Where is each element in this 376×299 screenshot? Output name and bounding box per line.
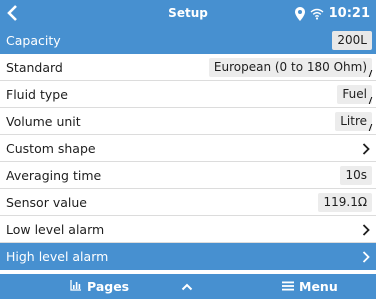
chevron-up-icon (181, 279, 193, 294)
row-value: Litre (335, 112, 372, 131)
pages-label: Pages (87, 279, 130, 294)
row-value: 10s (340, 166, 372, 185)
row-sensor-value: Sensor value 119.1Ω (0, 189, 376, 216)
chevron-right-icon (362, 135, 370, 162)
screen: Setup 10:21 Capacity 200L Standard Europ… (0, 0, 376, 299)
row-value: 200L (332, 31, 372, 50)
row-capacity[interactable]: Capacity 200L (0, 27, 376, 54)
status-bar: Setup 10:21 (0, 0, 376, 27)
row-low-level-alarm[interactable]: Low level alarm (0, 216, 376, 243)
row-fluid-type[interactable]: Fluid type Fuel (0, 81, 376, 108)
menu-button[interactable]: Menu (282, 274, 338, 299)
row-label: Capacity (6, 32, 61, 48)
row-label: Custom shape (6, 140, 96, 156)
row-standard[interactable]: Standard European (0 to 180 Ohm) (0, 54, 376, 81)
location-pin-icon (294, 6, 305, 21)
edit-marker-icon (368, 124, 376, 131)
row-volume-unit[interactable]: Volume unit Litre (0, 108, 376, 135)
row-label: High level alarm (6, 248, 109, 264)
wifi-icon (310, 8, 324, 20)
row-label: Standard (6, 59, 63, 75)
row-value: European (0 to 180 Ohm) (208, 58, 372, 77)
settings-list: Capacity 200L Standard European (0 to 18… (0, 27, 376, 270)
edit-marker-icon (368, 70, 376, 77)
row-value: Fuel (337, 85, 372, 104)
row-label: Averaging time (6, 167, 102, 183)
row-label: Fluid type (6, 86, 68, 102)
row-label: Low level alarm (6, 221, 105, 237)
pages-button[interactable]: Pages (70, 274, 129, 299)
up-chevron-button[interactable] (181, 274, 193, 299)
menu-label: Menu (299, 279, 338, 294)
edit-marker-icon (368, 97, 376, 104)
row-high-level-alarm[interactable]: High level alarm (0, 243, 376, 270)
row-label: Volume unit (6, 113, 81, 129)
chart-icon (70, 279, 82, 294)
row-averaging-time[interactable]: Averaging time 10s (0, 162, 376, 189)
hamburger-icon (282, 279, 294, 294)
bottom-bar: Pages Menu (0, 274, 376, 299)
chevron-right-icon (362, 243, 370, 270)
row-custom-shape[interactable]: Custom shape (0, 135, 376, 162)
row-label: Sensor value (6, 194, 87, 210)
clock-time: 10:21 (328, 6, 370, 21)
row-value: 119.1Ω (318, 193, 372, 212)
chevron-right-icon (362, 216, 370, 243)
status-indicators: 10:21 (294, 0, 370, 27)
